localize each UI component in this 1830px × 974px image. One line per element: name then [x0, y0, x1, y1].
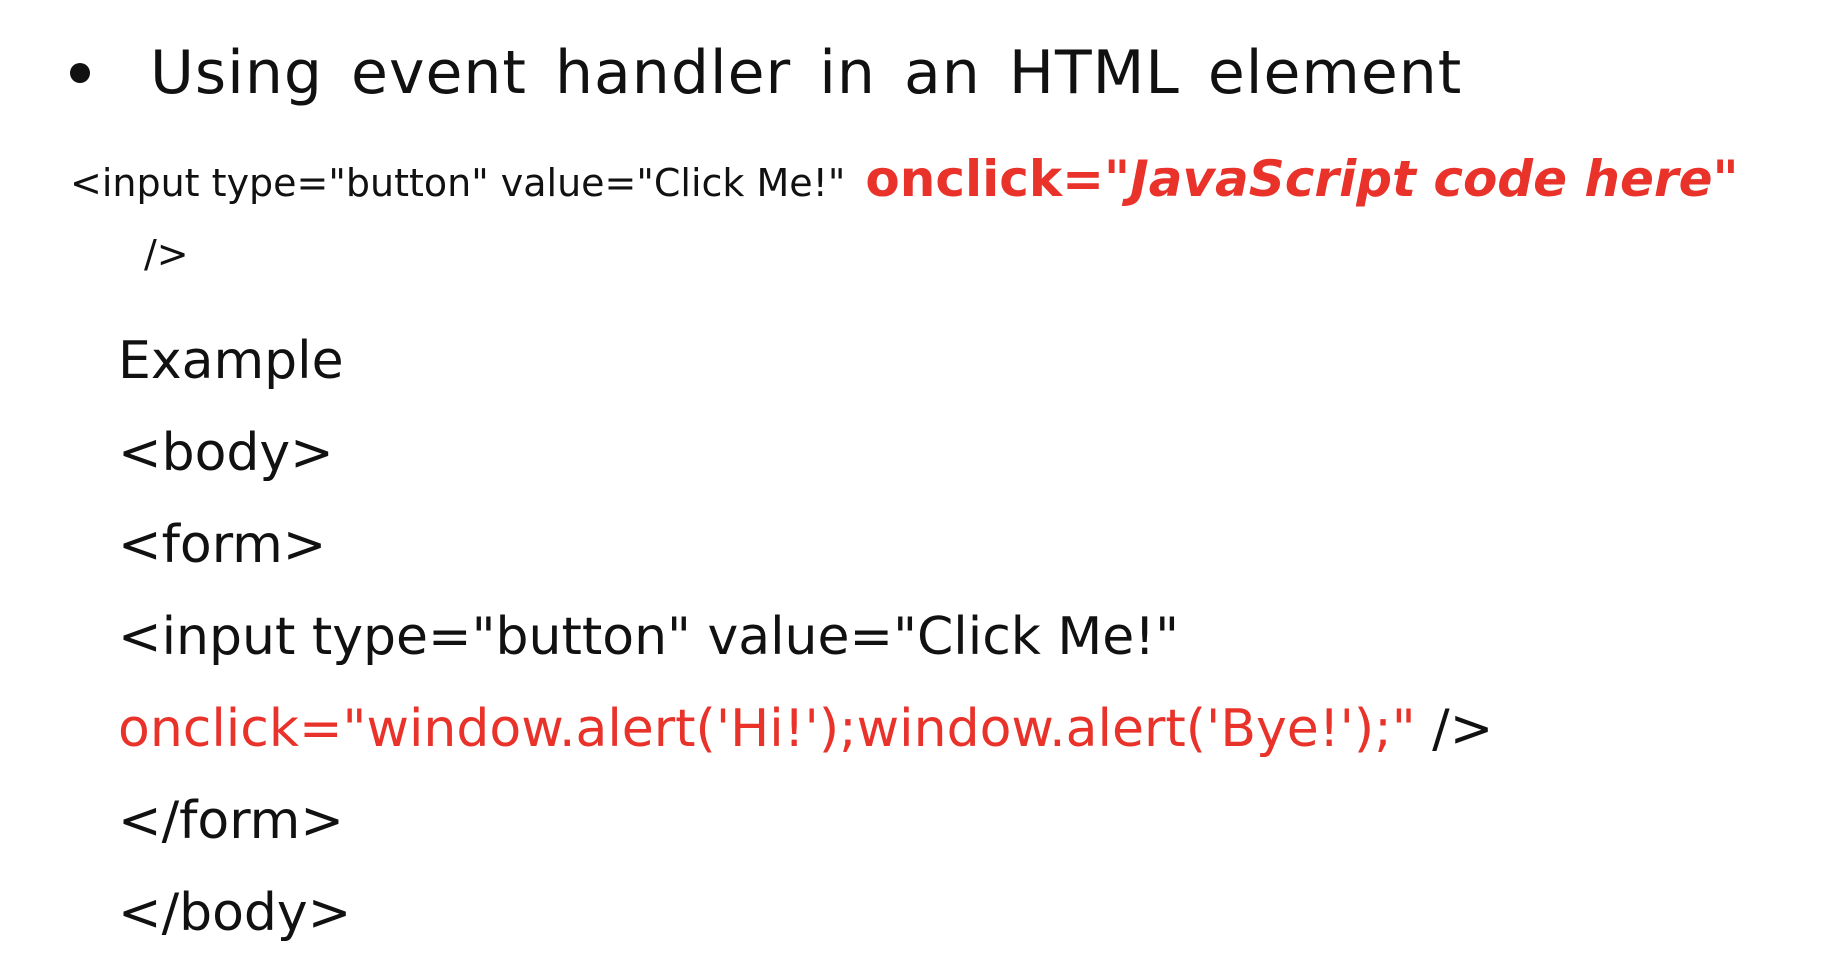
example-block: Example <body> <form> <input type="butto…	[118, 330, 1493, 974]
syntax-closing: />	[144, 232, 189, 276]
code-onclick-tail: />	[1415, 699, 1494, 759]
code-line-body-open: <body>	[118, 423, 334, 483]
code-line-form-open: <form>	[118, 515, 327, 575]
syntax-handler-attr: onclick="	[865, 150, 1131, 208]
syntax-handler: onclick="JavaScript code here"	[865, 150, 1738, 208]
code-onclick-handler: onclick="window.alert('Hi!');window.aler…	[118, 699, 1416, 759]
slide: Using event handler in an HTML element <…	[0, 0, 1830, 966]
code-line-onclick: onclick="window.alert('Hi!');window.aler…	[118, 698, 1493, 790]
bullet-icon	[70, 63, 90, 83]
syntax-code-prefix: <input type="button" value="Click Me!"	[70, 161, 846, 205]
syntax-handler-value: JavaScript code here"	[1130, 150, 1739, 208]
code-line-body-close: </body>	[118, 883, 352, 943]
syntax-line: <input type="button" value="Click Me!" o…	[70, 150, 1739, 208]
code-line-input: <input type="button" value="Click Me!"	[118, 607, 1180, 667]
example-label: Example	[118, 331, 344, 391]
code-line-form-close: </form>	[118, 791, 344, 851]
heading-text: Using event handler in an HTML element	[150, 38, 1463, 108]
bullet-heading: Using event handler in an HTML element	[70, 38, 1462, 108]
